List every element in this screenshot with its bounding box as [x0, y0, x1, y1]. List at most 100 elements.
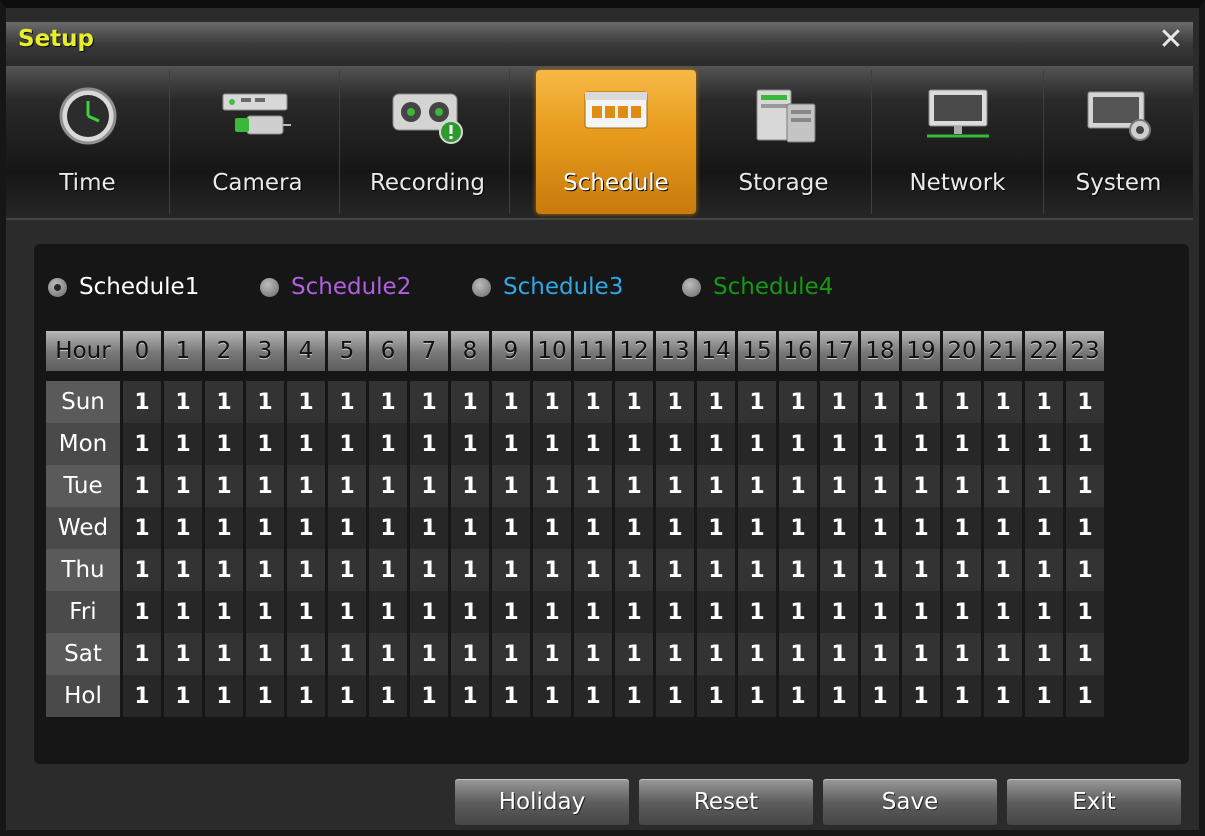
tab-network[interactable]: Network: [872, 70, 1044, 214]
schedule-cell[interactable]: 1: [246, 633, 284, 675]
schedule-cell[interactable]: 1: [123, 423, 161, 465]
schedule-cell[interactable]: 1: [902, 423, 940, 465]
schedule-cell[interactable]: 1: [697, 633, 735, 675]
schedule-cell[interactable]: 1: [738, 423, 776, 465]
schedule-cell[interactable]: 1: [328, 633, 366, 675]
schedule-cell[interactable]: 1: [820, 675, 858, 717]
schedule-cell[interactable]: 1: [861, 465, 899, 507]
schedule-cell[interactable]: 1: [984, 633, 1022, 675]
schedule-cell[interactable]: 1: [902, 591, 940, 633]
schedule-cell[interactable]: 1: [1025, 675, 1063, 717]
schedule3-radio[interactable]: Schedule3: [472, 269, 623, 305]
schedule-cell[interactable]: 1: [615, 591, 653, 633]
schedule-cell[interactable]: 1: [820, 465, 858, 507]
schedule-cell[interactable]: 1: [533, 591, 571, 633]
schedule-cell[interactable]: 1: [615, 465, 653, 507]
schedule-cell[interactable]: 1: [902, 549, 940, 591]
schedule-cell[interactable]: 1: [1066, 423, 1104, 465]
schedule-cell[interactable]: 1: [246, 423, 284, 465]
reset-button[interactable]: Reset: [639, 779, 813, 825]
schedule-cell[interactable]: 1: [1025, 423, 1063, 465]
schedule-cell[interactable]: 1: [451, 675, 489, 717]
schedule-cell[interactable]: 1: [779, 633, 817, 675]
schedule-cell[interactable]: 1: [369, 675, 407, 717]
schedule-cell[interactable]: 1: [902, 633, 940, 675]
schedule-cell[interactable]: 1: [246, 507, 284, 549]
schedule-cell[interactable]: 1: [656, 423, 694, 465]
schedule-cell[interactable]: 1: [1025, 507, 1063, 549]
schedule-cell[interactable]: 1: [861, 591, 899, 633]
schedule-cell[interactable]: 1: [205, 591, 243, 633]
schedule-cell[interactable]: 1: [697, 381, 735, 423]
schedule1-radio[interactable]: Schedule1: [48, 269, 199, 305]
schedule-cell[interactable]: 1: [492, 381, 530, 423]
schedule-cell[interactable]: 1: [410, 423, 448, 465]
schedule-cell[interactable]: 1: [574, 591, 612, 633]
schedule4-radio[interactable]: Schedule4: [682, 269, 833, 305]
schedule-cell[interactable]: 1: [820, 381, 858, 423]
schedule-cell[interactable]: 1: [779, 591, 817, 633]
schedule-cell[interactable]: 1: [779, 675, 817, 717]
schedule-cell[interactable]: 1: [779, 423, 817, 465]
schedule-cell[interactable]: 1: [246, 465, 284, 507]
schedule-cell[interactable]: 1: [615, 507, 653, 549]
schedule-cell[interactable]: 1: [369, 549, 407, 591]
schedule-cell[interactable]: 1: [984, 591, 1022, 633]
schedule-cell[interactable]: 1: [738, 507, 776, 549]
schedule-cell[interactable]: 1: [328, 591, 366, 633]
schedule-cell[interactable]: 1: [369, 507, 407, 549]
schedule-cell[interactable]: 1: [164, 507, 202, 549]
schedule-cell[interactable]: 1: [984, 381, 1022, 423]
schedule-cell[interactable]: 1: [492, 507, 530, 549]
schedule-cell[interactable]: 1: [861, 675, 899, 717]
schedule-cell[interactable]: 1: [246, 381, 284, 423]
schedule-cell[interactable]: 1: [451, 423, 489, 465]
schedule-cell[interactable]: 1: [410, 633, 448, 675]
schedule-cell[interactable]: 1: [205, 549, 243, 591]
schedule-cell[interactable]: 1: [574, 507, 612, 549]
schedule-cell[interactable]: 1: [615, 423, 653, 465]
schedule-cell[interactable]: 1: [1066, 675, 1104, 717]
schedule-cell[interactable]: 1: [1025, 465, 1063, 507]
schedule-cell[interactable]: 1: [410, 591, 448, 633]
schedule-cell[interactable]: 1: [984, 549, 1022, 591]
schedule-cell[interactable]: 1: [697, 591, 735, 633]
schedule-cell[interactable]: 1: [820, 549, 858, 591]
schedule-cell[interactable]: 1: [205, 465, 243, 507]
schedule-cell[interactable]: 1: [246, 549, 284, 591]
schedule-cell[interactable]: 1: [902, 381, 940, 423]
schedule-cell[interactable]: 1: [943, 675, 981, 717]
schedule-cell[interactable]: 1: [820, 591, 858, 633]
schedule-cell[interactable]: 1: [984, 465, 1022, 507]
schedule-cell[interactable]: 1: [451, 549, 489, 591]
schedule-cell[interactable]: 1: [369, 591, 407, 633]
schedule-cell[interactable]: 1: [779, 381, 817, 423]
schedule-cell[interactable]: 1: [287, 465, 325, 507]
schedule-cell[interactable]: 1: [943, 465, 981, 507]
schedule-cell[interactable]: 1: [697, 507, 735, 549]
schedule-cell[interactable]: 1: [943, 549, 981, 591]
schedule2-radio[interactable]: Schedule2: [260, 269, 411, 305]
schedule-cell[interactable]: 1: [1066, 633, 1104, 675]
schedule-cell[interactable]: 1: [287, 423, 325, 465]
schedule-cell[interactable]: 1: [533, 507, 571, 549]
schedule-cell[interactable]: 1: [533, 465, 571, 507]
schedule-cell[interactable]: 1: [656, 549, 694, 591]
schedule-cell[interactable]: 1: [328, 465, 366, 507]
schedule-cell[interactable]: 1: [451, 465, 489, 507]
schedule-cell[interactable]: 1: [164, 675, 202, 717]
schedule-cell[interactable]: 1: [697, 423, 735, 465]
schedule-cell[interactable]: 1: [902, 465, 940, 507]
schedule-cell[interactable]: 1: [1025, 549, 1063, 591]
schedule-cell[interactable]: 1: [738, 549, 776, 591]
schedule-cell[interactable]: 1: [123, 507, 161, 549]
schedule-cell[interactable]: 1: [902, 675, 940, 717]
schedule-cell[interactable]: 1: [205, 675, 243, 717]
schedule-cell[interactable]: 1: [1066, 507, 1104, 549]
schedule-cell[interactable]: 1: [123, 675, 161, 717]
schedule-cell[interactable]: 1: [656, 591, 694, 633]
schedule-cell[interactable]: 1: [943, 381, 981, 423]
schedule-cell[interactable]: 1: [451, 591, 489, 633]
schedule-cell[interactable]: 1: [246, 675, 284, 717]
schedule-cell[interactable]: 1: [1066, 591, 1104, 633]
